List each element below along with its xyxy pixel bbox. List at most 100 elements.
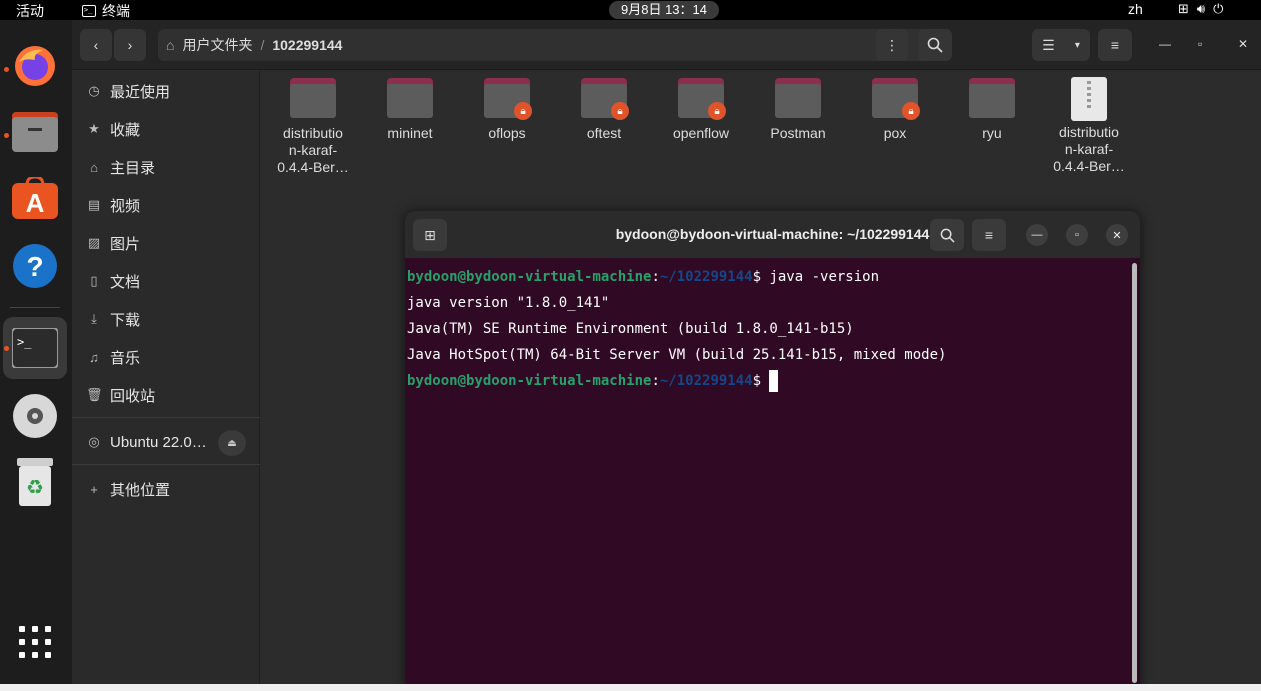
- firefox-icon[interactable]: [11, 42, 59, 90]
- network-icon: ⊞: [1178, 1, 1189, 16]
- file-name: distributio n-karaf- 0.4.4-Ber…: [1053, 124, 1125, 174]
- running-indicator: [4, 133, 9, 138]
- file-name: mininet: [387, 125, 433, 141]
- sidebar-item-label: 主目录: [110, 159, 156, 177]
- svg-text:>_: >_: [17, 335, 32, 349]
- clock[interactable]: 9月8日 13：14: [609, 1, 719, 19]
- sidebar-item-music[interactable]: ♫ 音乐: [86, 345, 140, 369]
- file-item[interactable]: distributio n-karaf- 0.4.4-Ber…: [1041, 77, 1137, 175]
- music-icon: ♫: [89, 349, 99, 365]
- app-center-icon[interactable]: A: [11, 174, 59, 222]
- sidebar-separator: [72, 464, 260, 465]
- home-icon: ⌂: [90, 159, 98, 175]
- help-icon[interactable]: ?: [11, 242, 59, 290]
- eject-icon[interactable]: ⏏: [218, 430, 246, 456]
- file-item[interactable]: 🔒︎ pox: [847, 78, 943, 142]
- system-tray[interactable]: ⊞ 🔊︎ ⏻: [1178, 1, 1223, 17]
- sidebar-item-label: 文档: [110, 273, 141, 291]
- scrollbar[interactable]: [1132, 263, 1137, 683]
- plus-icon: +: [90, 481, 98, 497]
- file-item[interactable]: distributio n-karaf- 0.4.4-Ber…: [265, 78, 361, 176]
- search-button[interactable]: [918, 29, 952, 61]
- terminal-prompt-line: bydoon@bydoon-virtual-machine:~/10229914…: [407, 368, 1127, 394]
- sidebar-item-pictures[interactable]: ▨ 图片: [86, 231, 140, 255]
- file-item[interactable]: 🔒︎ oflops: [459, 78, 555, 142]
- file-item[interactable]: 🔒︎ openflow: [653, 78, 749, 142]
- activities-button[interactable]: 活动: [16, 1, 44, 21]
- sidebar-item-videos[interactable]: ▤ 视频: [86, 193, 140, 217]
- sidebar-item-trash[interactable]: 🗑︎ 回收站: [86, 383, 155, 407]
- trash-icon[interactable]: ♻: [11, 458, 59, 506]
- chevron-down-icon: ▾: [1074, 39, 1080, 51]
- close-icon[interactable]: ✕: [1106, 224, 1128, 246]
- running-indicator: [4, 67, 9, 72]
- terminal-output[interactable]: bydoon@bydoon-virtual-machine:~/10229914…: [407, 264, 1127, 394]
- show-apps-icon[interactable]: [11, 618, 59, 666]
- list-view-icon: ☰: [1042, 36, 1055, 53]
- folder-icon: 🔒︎: [678, 78, 726, 120]
- sidebar-item-label: Ubuntu 22.0…: [110, 433, 207, 451]
- search-icon: [927, 37, 943, 53]
- sidebar-item-downloads[interactable]: ⤓ 下载: [86, 307, 140, 331]
- terminal-menu-button[interactable]: ≡: [972, 219, 1006, 251]
- disc-icon[interactable]: [11, 392, 59, 440]
- sidebar-item-starred[interactable]: ★ 收藏: [86, 117, 140, 141]
- disk-icon: ◎: [88, 434, 100, 449]
- sidebar-item-recent[interactable]: ◷ 最近使用: [86, 79, 170, 103]
- view-toggle-button[interactable]: ☰ ▾: [1032, 29, 1090, 61]
- path-current[interactable]: 102299144: [272, 37, 342, 53]
- file-name: Postman: [770, 125, 826, 141]
- path-separator: /: [260, 37, 265, 53]
- forward-button[interactable]: ›: [114, 29, 146, 61]
- trash-icon: 🗑︎: [86, 387, 103, 402]
- path-menu-button[interactable]: ⋮: [876, 29, 908, 61]
- main-menu-button[interactable]: ≡: [1098, 29, 1132, 61]
- sidebar-item-label: 下载: [110, 311, 141, 329]
- dock: A ? >_ ♻: [0, 20, 72, 691]
- close-icon[interactable]: ✕: [1238, 37, 1248, 51]
- sidebar: ◷ 最近使用 ★ 收藏 ⌂ 主目录 ▤ 视频 ▨ 图片 ▯ 文档 ⤓ 下载 ♫ 音乐 🗑︎ 回收站…: [72, 71, 260, 691]
- archive-icon: [1071, 77, 1107, 121]
- terminal-search-button[interactable]: [930, 219, 964, 251]
- terminal-icon: >_: [82, 5, 96, 17]
- folder-icon: 🔒︎: [484, 78, 532, 120]
- sidebar-item-label: 音乐: [110, 349, 141, 367]
- folder-icon: [387, 78, 433, 118]
- document-icon: ▯: [90, 273, 98, 288]
- path-home[interactable]: 用户文件夹: [182, 35, 252, 55]
- input-method[interactable]: zh: [1128, 1, 1143, 17]
- home-icon: ⌂: [166, 37, 175, 53]
- sidebar-item-documents[interactable]: ▯ 文档: [86, 269, 140, 293]
- top-bar: 活动 >_ 终端 9月8日 13：14 zh ⊞ 🔊︎ ⏻: [0, 0, 1261, 20]
- sidebar-item-other-locations[interactable]: + 其他位置: [86, 477, 170, 501]
- file-item[interactable]: 🔒︎ oftest: [556, 78, 652, 142]
- back-button[interactable]: ‹: [80, 29, 112, 61]
- dock-separator: [10, 307, 60, 308]
- hamburger-icon: ≡: [984, 227, 994, 243]
- file-manager-headerbar: ‹ › ⌂ 用户文件夹 / 102299144 ⋮ ☰ ▾ ≡ — ▫ ✕: [72, 20, 1261, 70]
- sidebar-item-label: 其他位置: [110, 481, 171, 499]
- file-item[interactable]: Postman: [750, 78, 846, 142]
- star-icon: ★: [88, 121, 100, 136]
- terminal-window[interactable]: ⊞ bydoon@bydoon-virtual-machine: ~/10229…: [405, 211, 1140, 691]
- minimize-icon[interactable]: —: [1026, 224, 1048, 246]
- folder-icon: [775, 78, 821, 118]
- running-indicator: [4, 346, 9, 351]
- file-name: distributio n-karaf- 0.4.4-Ber…: [277, 125, 349, 175]
- file-item[interactable]: mininet: [362, 78, 458, 142]
- lock-icon: 🔒︎: [514, 102, 532, 120]
- terminal-icon[interactable]: >_: [11, 324, 59, 372]
- folder-icon: [290, 78, 336, 118]
- file-item[interactable]: ryu: [944, 78, 1040, 142]
- maximize-icon[interactable]: ▫: [1066, 224, 1088, 246]
- sidebar-item-label: 回收站: [110, 387, 156, 405]
- app-menu[interactable]: >_ 终端: [82, 1, 130, 21]
- volume-icon: 🔊︎: [1196, 1, 1206, 16]
- path-bar[interactable]: ⌂ 用户文件夹 / 102299144: [158, 29, 948, 61]
- search-icon: [940, 228, 955, 243]
- maximize-icon[interactable]: ▫: [1198, 37, 1202, 51]
- sidebar-item-home[interactable]: ⌂ 主目录: [86, 155, 155, 179]
- minimize-icon[interactable]: —: [1159, 37, 1171, 51]
- files-icon[interactable]: [11, 108, 59, 156]
- video-icon: ▤: [87, 197, 101, 212]
